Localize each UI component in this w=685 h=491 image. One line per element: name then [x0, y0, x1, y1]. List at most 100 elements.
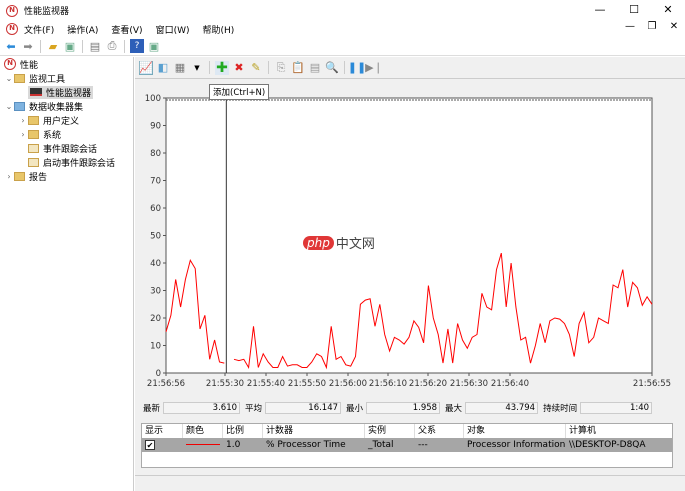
- copy-properties-icon[interactable]: ⎘: [274, 61, 288, 75]
- highlight-icon[interactable]: ✎: [249, 61, 263, 75]
- duration-value: 1:40: [580, 402, 653, 414]
- duration-label: 持续时间: [543, 404, 578, 414]
- tree-item-monitoring-tools[interactable]: ⌄ 监视工具: [0, 71, 133, 85]
- y-tick-label: 20: [150, 314, 161, 324]
- show-tree-icon[interactable]: ▣: [63, 39, 77, 53]
- perfmon-icon[interactable]: N: [6, 23, 18, 35]
- instance-cell: _Total: [368, 440, 394, 450]
- zoom-icon[interactable]: 🔍: [325, 61, 339, 75]
- menu-view[interactable]: 查看(V): [111, 23, 142, 36]
- properties-icon[interactable]: ▤: [308, 61, 322, 75]
- chart-svg: 010203040506070809010021:56:56 21:55:30 21…: [145, 94, 671, 389]
- plot-area: [165, 97, 653, 374]
- col-scale[interactable]: 比例: [223, 424, 263, 438]
- x-tick-label: 21:56:40: [491, 379, 529, 389]
- col-counter[interactable]: 计数器: [263, 424, 365, 438]
- freeze-display-icon[interactable]: ❚❚: [348, 61, 366, 75]
- perfmon-icon: N: [4, 58, 16, 70]
- chevron-right-icon[interactable]: ›: [4, 172, 14, 181]
- minimize-button[interactable]: —: [583, 0, 617, 21]
- graph-toolbar: 📈 ◧ ▦ ▼ ✚ ✖ ✎ ⎘ 📋 ▤ 🔍 ❚❚ ▶❘: [135, 57, 685, 79]
- chevron-down-icon[interactable]: ⌄: [4, 74, 14, 83]
- folder-icon: [14, 73, 25, 83]
- navigation-tree: N 性能 ⌄ 监视工具 性能监视器 ⌄ 数据收集器集 › 用户定义 › 系统 事件跟踪会…: [0, 57, 134, 491]
- export-icon[interactable]: ▤: [88, 39, 102, 53]
- folder-icon: [14, 101, 25, 111]
- tree-item-performance-monitor[interactable]: 性能监视器: [0, 85, 133, 99]
- clear-display-icon[interactable]: ◧: [156, 61, 170, 75]
- color-swatch: [186, 444, 220, 445]
- menu-action[interactable]: 操作(A): [67, 23, 98, 36]
- y-tick-label: 70: [150, 177, 161, 187]
- object-cell: Processor Information: [467, 440, 566, 450]
- y-tick-label: 40: [150, 259, 161, 269]
- x-tick-label: 21:55:30: [206, 379, 244, 389]
- y-tick-label: 80: [150, 149, 161, 159]
- view-graph-icon[interactable]: 📈: [139, 60, 153, 75]
- maximize-button[interactable]: ☐: [617, 0, 651, 21]
- watermark-text: 中文网: [335, 237, 375, 252]
- x-tick-label: 21:56:30: [450, 379, 488, 389]
- show-checkbox[interactable]: ✔: [145, 439, 155, 450]
- col-instance[interactable]: 实例: [365, 424, 415, 438]
- x-tick-label: 21:56:20: [409, 379, 447, 389]
- menu-help[interactable]: 帮助(H): [203, 23, 235, 36]
- menu-file[interactable]: 文件(F): [24, 23, 54, 36]
- tree-root[interactable]: N 性能: [0, 57, 133, 71]
- tree-item-event-trace-sessions[interactable]: 事件跟踪会话: [0, 141, 133, 155]
- mdi-restore-button[interactable]: ❐: [641, 21, 663, 32]
- tree-item-system[interactable]: › 系统: [0, 127, 133, 141]
- y-tick-label: 10: [150, 342, 161, 352]
- forward-icon[interactable]: ➡: [21, 39, 35, 53]
- add-counter-icon[interactable]: ✚: [215, 60, 229, 76]
- back-icon[interactable]: ⬅: [4, 39, 18, 53]
- col-object[interactable]: 对象: [464, 424, 566, 438]
- mdi-close-button[interactable]: ✕: [663, 21, 685, 32]
- properties-icon[interactable]: ▣: [147, 39, 161, 53]
- computer-cell: \\DESKTOP-D8QA: [569, 440, 646, 450]
- print-icon[interactable]: ⎙: [105, 39, 119, 53]
- paste-counter-list-icon[interactable]: 📋: [291, 61, 305, 75]
- chevron-right-icon[interactable]: ›: [18, 116, 28, 125]
- tree-item-startup-event-trace-sessions[interactable]: 启动事件跟踪会话: [0, 155, 133, 169]
- x-tick-label: 21:56:00: [329, 379, 367, 389]
- mdi-minimize-button[interactable]: —: [619, 21, 641, 32]
- last-label: 最新: [143, 404, 161, 414]
- col-parent[interactable]: 父系: [415, 424, 464, 438]
- col-computer[interactable]: 计算机: [566, 424, 672, 438]
- x-tick-label: 21:56:55: [633, 379, 671, 389]
- tree-item-reports[interactable]: › 报告: [0, 169, 133, 183]
- menu-window[interactable]: 窗口(W): [156, 23, 190, 36]
- tree-item-user-defined[interactable]: › 用户定义: [0, 113, 133, 127]
- folder-icon: [28, 129, 39, 139]
- update-data-icon[interactable]: ▶❘: [365, 61, 383, 75]
- table-row[interactable]: ✔ 1.0 % Processor Time _Total --- Proces…: [142, 438, 672, 452]
- folder-icon: [28, 157, 39, 167]
- delete-counter-icon[interactable]: ✖: [232, 61, 246, 75]
- y-tick-label: 60: [150, 204, 161, 214]
- folder-icon: [28, 115, 39, 125]
- col-color[interactable]: 颜色: [183, 424, 223, 438]
- up-folder-icon[interactable]: ▰: [46, 39, 60, 53]
- min-value: 1.958: [366, 402, 441, 414]
- dropdown-arrow-icon[interactable]: ▼: [190, 61, 204, 75]
- close-button[interactable]: ✕: [651, 0, 685, 21]
- line-chart: 0 10 20 30 40 50 60 70 80 90 100 21:56:56 21:55:30 21…: [135, 80, 685, 398]
- avg-value: 16.147: [265, 402, 342, 414]
- chevron-right-icon[interactable]: ›: [18, 130, 28, 139]
- counter-cell: % Processor Time: [266, 440, 346, 450]
- main-toolbar: ⬅ ➡ ▰ ▣ ▤ ⎙ ? ▣: [0, 37, 685, 56]
- col-show[interactable]: 显示: [142, 424, 183, 438]
- stats-bar: 最新 3.610 平均 16.147 最小 1.958 最大 43.794 持续…: [143, 402, 657, 414]
- y-tick-label: 30: [150, 287, 161, 297]
- counter-table: 显示 颜色 比例 计数器 实例 父系 对象 计算机 ✔ 1.0 % Proces…: [141, 423, 673, 468]
- help-icon[interactable]: ?: [130, 39, 144, 53]
- tree-item-data-collector-sets[interactable]: ⌄ 数据收集器集: [0, 99, 133, 113]
- x-tick-label: 21:55:40: [247, 379, 285, 389]
- scale-cell: 1.0: [226, 440, 241, 450]
- folder-icon: [28, 143, 39, 153]
- change-graph-type-icon[interactable]: ▦: [173, 61, 187, 75]
- max-value: 43.794: [465, 402, 539, 414]
- perfmon-icon: N: [6, 4, 18, 17]
- chevron-down-icon[interactable]: ⌄: [4, 102, 14, 111]
